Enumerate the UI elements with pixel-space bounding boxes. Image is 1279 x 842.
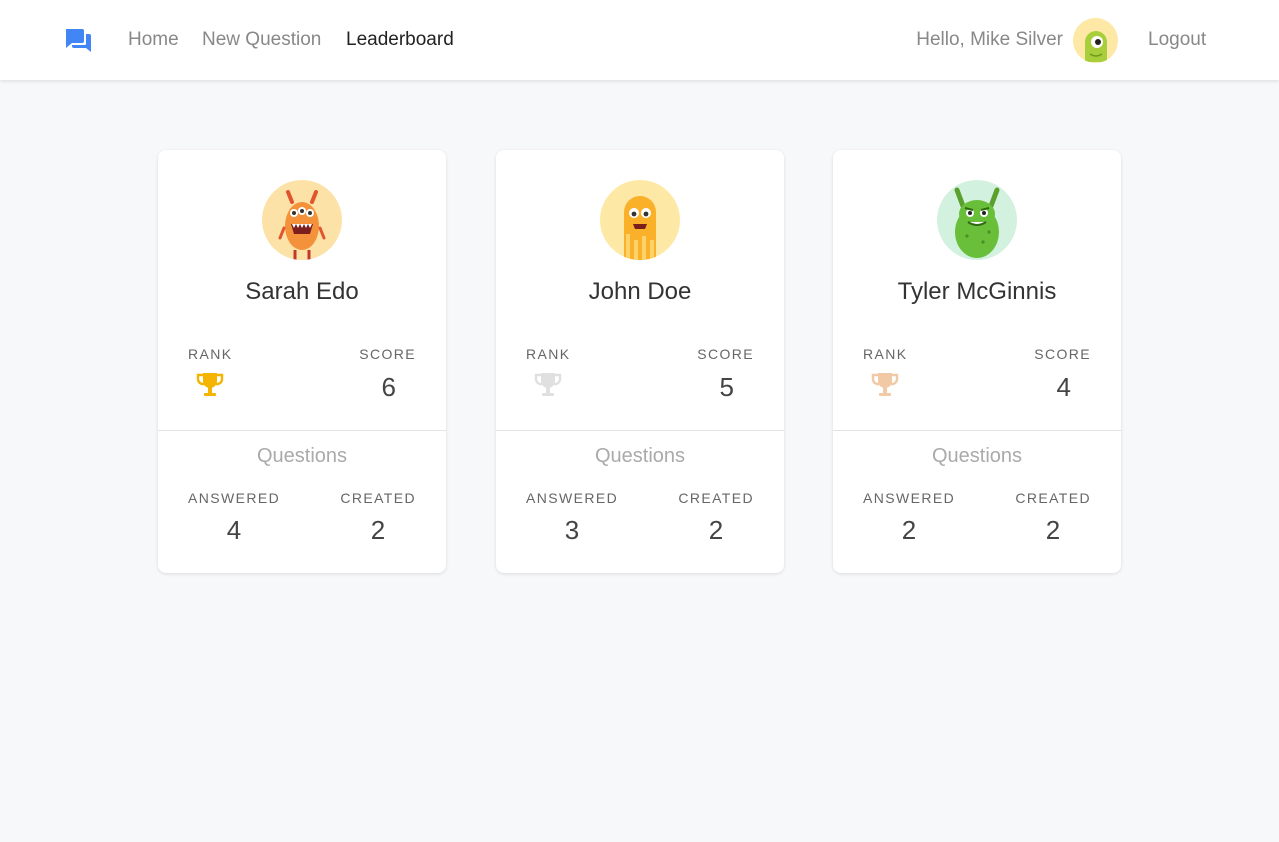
answered-count: 4 xyxy=(226,515,242,545)
card-user-name: John Doe xyxy=(588,278,692,305)
logout-link[interactable]: Logout xyxy=(1148,29,1206,51)
avatar xyxy=(937,180,1017,260)
user-greeting: Hello, Mike Silver xyxy=(916,29,1063,50)
user-avatar[interactable] xyxy=(1073,18,1118,63)
answered-label: ANSWERED xyxy=(188,490,281,506)
questions-heading: Questions xyxy=(256,445,348,467)
rank-label: RANK xyxy=(188,346,233,362)
green-monster-avatar-icon xyxy=(937,180,1017,260)
top-navbar: Home New Question Leaderboard Hello, Mik… xyxy=(0,0,1279,80)
answered-count: 2 xyxy=(901,515,917,545)
created-label: CREATED xyxy=(340,490,416,506)
nav-leaderboard-link[interactable]: Leaderboard xyxy=(346,29,454,51)
answered-label: ANSWERED xyxy=(863,490,956,506)
score-value: 4 xyxy=(1056,372,1071,402)
bronze-trophy-icon xyxy=(871,373,899,396)
card-divider xyxy=(496,430,784,431)
leaderboard-card: John Doe RANK SCORE 5 Questions ANSWERED… xyxy=(496,150,784,573)
avatar xyxy=(600,180,680,260)
created-label: CREATED xyxy=(1015,490,1091,506)
score-label: SCORE xyxy=(359,346,416,362)
yellow-monster-avatar-icon xyxy=(600,180,680,260)
rank-label: RANK xyxy=(526,346,571,362)
created-count: 2 xyxy=(1045,515,1061,545)
nav-new-question-link[interactable]: New Question xyxy=(202,29,321,51)
score-value: 6 xyxy=(381,372,396,402)
questions-heading: Questions xyxy=(594,445,686,467)
monster-avatar-icon xyxy=(1073,18,1118,63)
leaderboard-card: Tyler McGinnis RANK SCORE 4 Questions AN… xyxy=(833,150,1121,573)
created-count: 2 xyxy=(370,515,386,545)
questions-heading: Questions xyxy=(931,445,1023,467)
card-user-name: Tyler McGinnis xyxy=(897,278,1057,305)
forum-icon[interactable] xyxy=(64,27,92,53)
card-divider xyxy=(158,430,446,431)
rank-label: RANK xyxy=(863,346,908,362)
silver-trophy-icon xyxy=(534,373,562,396)
card-user-name: Sarah Edo xyxy=(245,278,359,305)
avatar xyxy=(262,180,342,260)
orange-monster-avatar-icon xyxy=(262,180,342,260)
score-label: SCORE xyxy=(697,346,754,362)
score-value: 5 xyxy=(719,372,734,402)
answered-label: ANSWERED xyxy=(526,490,619,506)
answered-count: 3 xyxy=(564,515,580,545)
created-count: 2 xyxy=(708,515,724,545)
created-label: CREATED xyxy=(678,490,754,506)
nav-home-link[interactable]: Home xyxy=(128,29,179,51)
score-label: SCORE xyxy=(1034,346,1091,362)
card-divider xyxy=(833,430,1121,431)
leaderboard-card: Sarah Edo RANK SCORE 6 Questions ANSWERE… xyxy=(158,150,446,573)
gold-trophy-icon xyxy=(196,373,224,396)
